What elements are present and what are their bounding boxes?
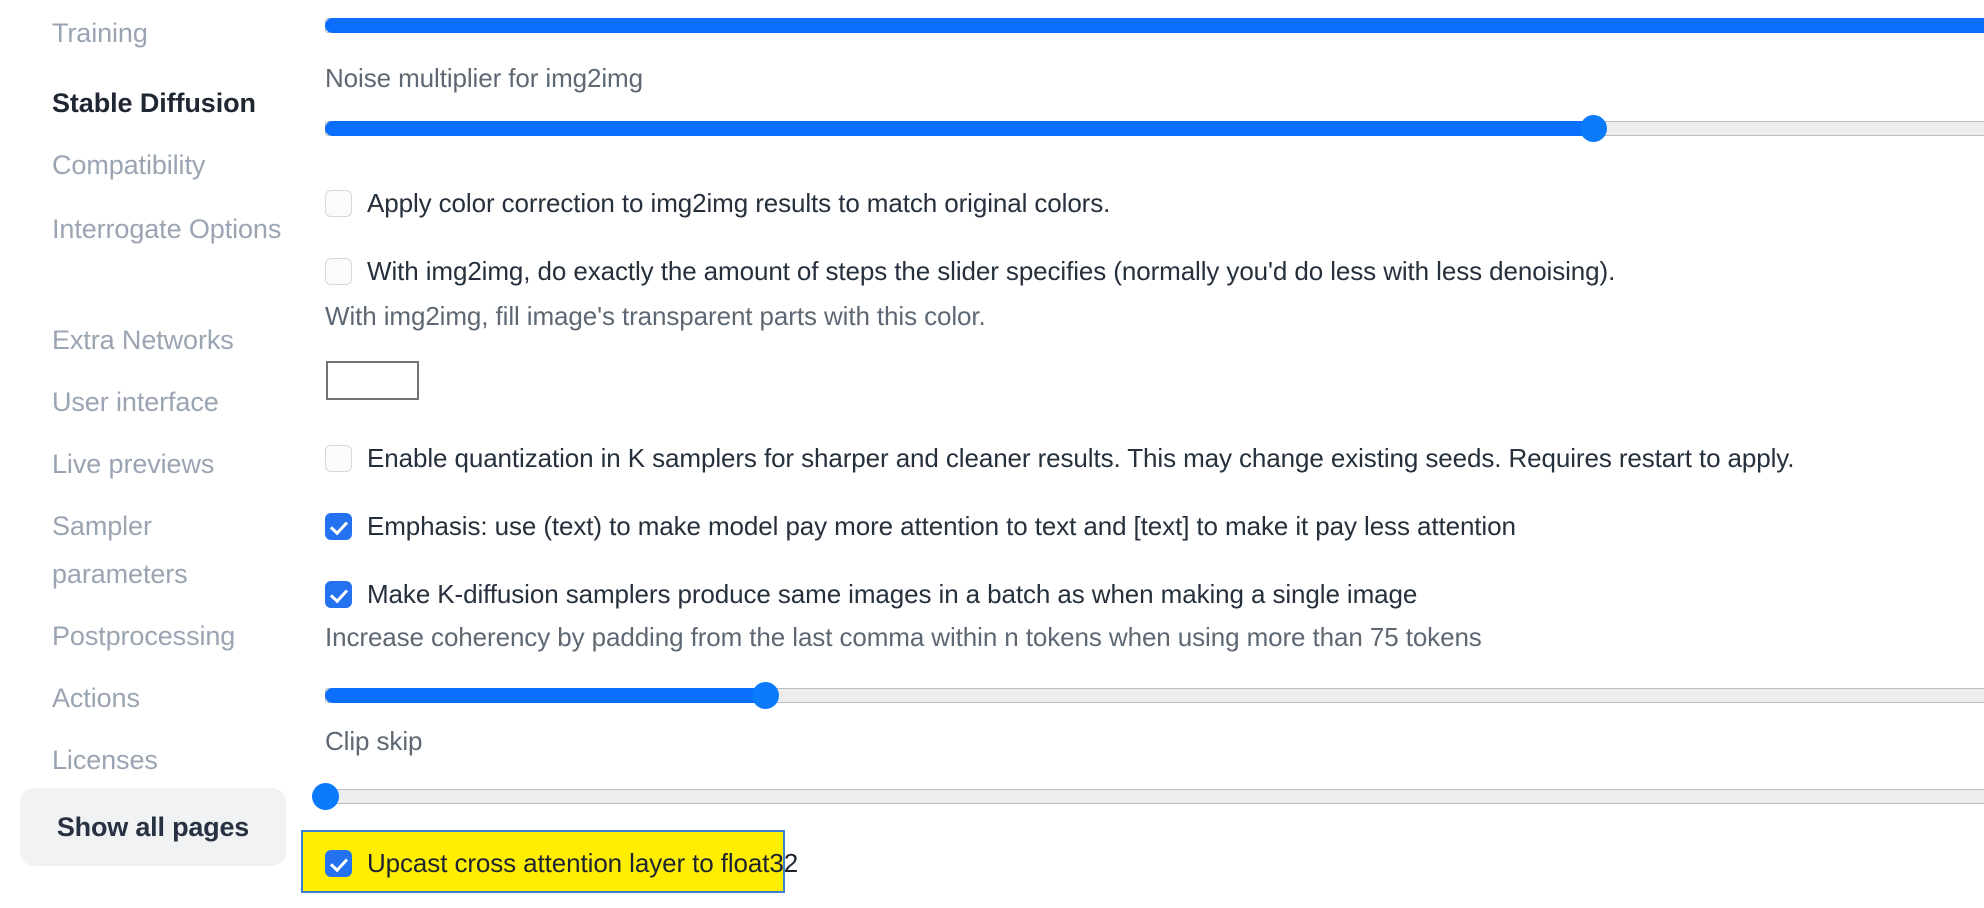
slider-clip-skip[interactable] (312, 783, 1984, 810)
slider-thumb[interactable] (312, 783, 339, 810)
slider-track (325, 789, 1984, 804)
checkbox-label-color-correction: Apply color correction to img2img result… (367, 188, 1111, 218)
checkbox-color-correction[interactable] (325, 189, 352, 217)
slider-top-partial[interactable] (325, 18, 1984, 33)
settings-main-panel: Noise multiplier for img2img Apply color… (0, 0, 1984, 908)
checkbox-batch-cond-uncond[interactable] (325, 580, 352, 608)
slider-fill (325, 121, 1594, 136)
checkbox-label-enable-quantization: Enable quantization in K samplers for sh… (367, 443, 1795, 473)
slider-noise-multiplier[interactable] (325, 115, 1984, 142)
checkbox-row-enable-quantization[interactable]: Enable quantization in K samplers for sh… (325, 443, 1795, 473)
checkbox-row-emphasis[interactable]: Emphasis: use (text) to make model pay m… (325, 511, 1516, 541)
checkbox-label-batch-cond-uncond: Make K-diffusion samplers produce same i… (367, 579, 1418, 609)
checkbox-label-emphasis: Emphasis: use (text) to make model pay m… (367, 511, 1516, 541)
checkbox-img2img-exact-steps[interactable] (325, 257, 352, 285)
label-img2img-fill-color: With img2img, fill image's transparent p… (325, 301, 986, 331)
slider-fill (325, 18, 1984, 33)
highlight-annotation-box: Upcast cross attention layer to float32 (301, 830, 798, 893)
checkbox-upcast-cross-attention[interactable] (325, 849, 352, 877)
checkbox-enable-quantization[interactable] (325, 444, 352, 472)
checkbox-row-upcast-cross-attention[interactable]: Upcast cross attention layer to float32 (325, 848, 798, 878)
label-comma-padding-backtrack: Increase coherency by padding from the l… (325, 622, 1482, 652)
checkbox-row-batch-cond-uncond[interactable]: Make K-diffusion samplers produce same i… (325, 579, 1417, 609)
slider-comma-padding-backtrack[interactable] (325, 682, 1984, 709)
checkbox-emphasis[interactable] (325, 512, 352, 540)
img2img-background-color-input[interactable] (326, 361, 419, 400)
checkbox-label-upcast-cross-attention: Upcast cross attention layer to float32 (367, 848, 799, 878)
label-clip-skip: Clip skip (325, 726, 423, 756)
slider-thumb[interactable] (752, 682, 780, 709)
slider-thumb[interactable] (1580, 115, 1608, 142)
label-noise-multiplier: Noise multiplier for img2img (325, 63, 643, 93)
checkbox-row-img2img-exact-steps[interactable]: With img2img, do exactly the amount of s… (325, 256, 1615, 286)
checkbox-label-img2img-exact-steps: With img2img, do exactly the amount of s… (367, 256, 1616, 286)
checkbox-row-color-correction[interactable]: Apply color correction to img2img result… (325, 188, 1110, 218)
slider-fill (325, 688, 766, 703)
